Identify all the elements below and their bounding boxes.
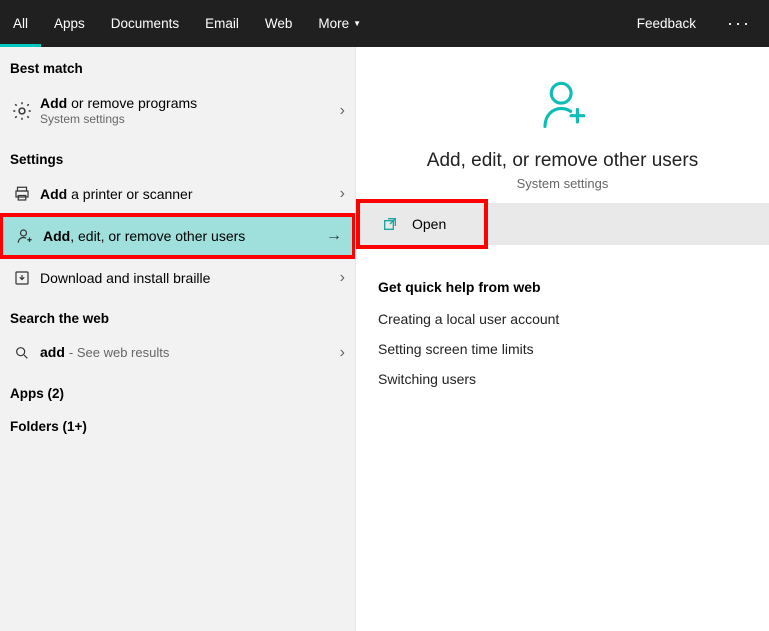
result-download-braille[interactable]: Download and install braille › bbox=[0, 259, 355, 297]
help-link-local-user[interactable]: Creating a local user account bbox=[378, 311, 769, 327]
result-rest: a printer or scanner bbox=[67, 186, 192, 202]
chevron-right-icon: › bbox=[340, 269, 345, 287]
tab-more[interactable]: More ▼ bbox=[305, 0, 374, 47]
open-label: Open bbox=[412, 216, 446, 232]
feedback-link[interactable]: Feedback bbox=[624, 0, 709, 47]
search-web-header: Search the web bbox=[0, 297, 355, 334]
open-icon bbox=[382, 216, 398, 232]
search-icon bbox=[10, 345, 34, 361]
tab-documents[interactable]: Documents bbox=[98, 0, 192, 47]
result-add-remove-programs[interactable]: Add or remove programs System settings › bbox=[0, 84, 355, 138]
action-bar-rest bbox=[488, 203, 769, 245]
apps-header[interactable]: Apps (2) bbox=[0, 372, 355, 409]
chevron-right-icon: › bbox=[340, 185, 345, 203]
tab-web[interactable]: Web bbox=[252, 0, 306, 47]
tab-apps[interactable]: Apps bbox=[41, 0, 98, 47]
tab-more-label: More bbox=[318, 16, 349, 31]
arrow-right-icon: → bbox=[326, 227, 342, 245]
detail-header: Add, edit, or remove other users System … bbox=[356, 47, 769, 199]
tab-all[interactable]: All bbox=[0, 0, 41, 47]
chevron-right-icon: › bbox=[340, 344, 345, 362]
person-add-icon bbox=[13, 227, 37, 245]
folders-header[interactable]: Folders (1+) bbox=[0, 409, 355, 442]
result-bold: Add bbox=[43, 228, 70, 244]
chevron-right-icon: › bbox=[340, 102, 345, 120]
result-rest: , edit, or remove other users bbox=[70, 228, 245, 244]
result-add-edit-remove-users[interactable]: Add, edit, or remove other users → bbox=[3, 217, 352, 255]
result-title-bold: Add bbox=[40, 95, 67, 111]
result-hint: - See web results bbox=[69, 345, 169, 360]
result-title-rest: or remove programs bbox=[67, 95, 197, 111]
quick-help-section: Get quick help from web Creating a local… bbox=[356, 249, 769, 401]
chevron-down-icon: ▼ bbox=[353, 19, 361, 28]
result-add-printer[interactable]: Add a printer or scanner › bbox=[0, 175, 355, 213]
result-bold: add bbox=[40, 344, 65, 360]
result-rest: Download and install braille bbox=[40, 270, 210, 286]
settings-header: Settings bbox=[0, 138, 355, 175]
person-add-large-icon bbox=[536, 75, 590, 133]
result-web-add[interactable]: add - See web results › bbox=[0, 334, 355, 372]
best-match-header: Best match bbox=[0, 47, 355, 84]
detail-title: Add, edit, or remove other users bbox=[356, 150, 769, 172]
help-link-switching-users[interactable]: Switching users bbox=[378, 371, 769, 387]
result-subtitle: System settings bbox=[40, 112, 340, 128]
gear-icon bbox=[10, 100, 34, 122]
search-filter-bar: All Apps Documents Email Web More ▼ Feed… bbox=[0, 0, 769, 47]
printer-icon bbox=[10, 185, 34, 203]
download-icon bbox=[10, 269, 34, 287]
action-bar: Open bbox=[356, 199, 769, 249]
results-panel: Best match Add or remove programs System… bbox=[0, 47, 356, 631]
result-bold: Add bbox=[40, 186, 67, 202]
open-action[interactable]: Open bbox=[360, 203, 484, 245]
detail-subtitle: System settings bbox=[356, 176, 769, 191]
tab-email[interactable]: Email bbox=[192, 0, 252, 47]
quick-help-title: Get quick help from web bbox=[378, 279, 769, 295]
detail-panel: Add, edit, or remove other users System … bbox=[356, 47, 769, 631]
more-options-icon[interactable]: ··· bbox=[709, 13, 769, 34]
help-link-screen-time[interactable]: Setting screen time limits bbox=[378, 341, 769, 357]
annotation-highlight: Open bbox=[356, 199, 488, 249]
annotation-highlight: Add, edit, or remove other users → bbox=[0, 213, 356, 259]
